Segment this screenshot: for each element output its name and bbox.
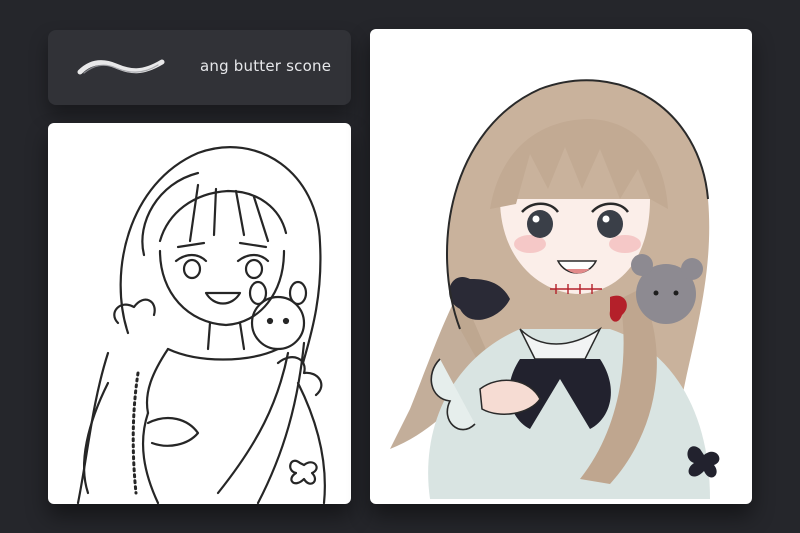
lineart-preview-card — [48, 123, 351, 504]
brush-stroke-icon — [77, 59, 165, 75]
brush-name-label: ang butter scone — [200, 57, 332, 75]
showcase-canvas: ang butter scone — [0, 0, 800, 533]
brush-preset-card[interactable]: ang butter scone — [48, 30, 351, 105]
lineart-illustration — [76, 146, 326, 504]
colored-preview-card — [370, 29, 752, 504]
colored-illustration — [390, 79, 720, 499]
